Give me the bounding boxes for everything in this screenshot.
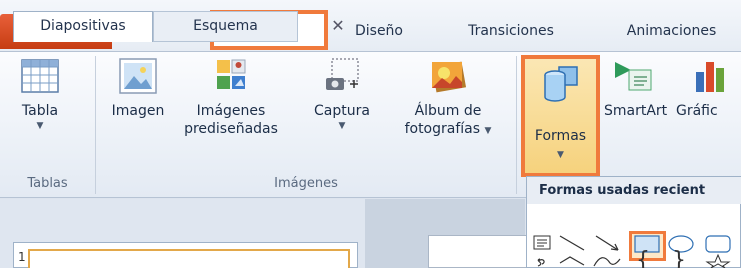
smartart-button[interactable]: SmartArt [604,56,668,120]
clipart-button[interactable]: Imágenes prediseñadas [180,56,282,138]
chevron-down-icon: ▼ [338,121,346,131]
clipart-icon [217,59,246,89]
clipart-button-label-line1: Imágenes [196,103,266,119]
picture-icon [119,58,157,94]
slide-thumbnail[interactable] [28,249,350,268]
curve-shape-icon[interactable] [593,257,621,267]
slide-number: 1 [18,250,26,264]
rounded-rectangle-shape-icon[interactable] [705,235,731,253]
shapes-button[interactable]: Formas ▼ [521,55,600,177]
group-label-imagenes: Imágenes [274,176,338,191]
tab-slides[interactable]: Diapositivas [13,11,153,42]
elbow-connector-shape-icon[interactable] [559,256,585,266]
tab-animaciones[interactable]: Animaciones [602,14,741,50]
tab-outline[interactable]: Esquema [153,11,298,42]
slide-canvas[interactable] [428,235,538,268]
line-shape-icon[interactable] [559,235,585,251]
screenshot-button[interactable]: Captura ▼ [298,56,386,132]
group-divider [95,56,96,194]
shapes-button-label: Formas [534,128,587,144]
photo-album-label-text: fotografías [404,121,481,137]
table-button[interactable]: Tabla ▼ [14,56,66,132]
screenshot-icon [326,58,359,90]
recent-shapes-grid: { } [533,235,731,268]
table-icon [21,59,59,93]
chart-icon [696,62,724,92]
chart-button[interactable]: Gráfic [676,56,741,120]
left-brace-shape-icon[interactable]: { [636,248,650,268]
photo-album-button[interactable]: Álbum de fotografías ▼ [388,56,508,140]
svg-text:}: } [672,248,686,268]
image-button[interactable]: Imagen [102,56,174,120]
clipart-button-label-line2: prediseñadas [184,121,278,137]
photo-album-icon [431,61,467,93]
table-button-label: Tabla [21,103,59,119]
photo-album-button-label-line1: Álbum de [414,103,482,119]
close-icon[interactable]: ✕ [318,11,358,42]
chevron-down-icon: ▼ [557,150,564,160]
textbox-shape-icon[interactable] [533,235,551,250]
group-label-tablas: Tablas [27,176,68,191]
smartart-button-label: SmartArt [604,103,668,119]
image-button-label: Imagen [111,103,165,119]
arrow-shape-icon[interactable] [595,235,619,251]
star-shape-icon[interactable] [705,253,731,268]
photo-album-button-label-line2: fotografías ▼ [388,120,508,140]
tab-transiciones[interactable]: Transiciones [440,14,582,50]
chart-button-label: Gráfic [676,103,718,119]
svg-text:{: { [636,248,650,268]
chevron-down-icon: ▼ [484,126,492,136]
chevron-down-icon: ▼ [36,121,44,131]
recent-shapes-header: Formas usadas recient [527,177,741,204]
right-brace-shape-icon[interactable]: } [672,248,686,268]
shapes-icon [544,66,578,102]
screenshot-button-label: Captura [314,103,370,119]
freeform-scribble-shape-icon[interactable] [537,258,545,267]
smartart-icon [615,62,652,91]
group-divider [516,56,517,194]
